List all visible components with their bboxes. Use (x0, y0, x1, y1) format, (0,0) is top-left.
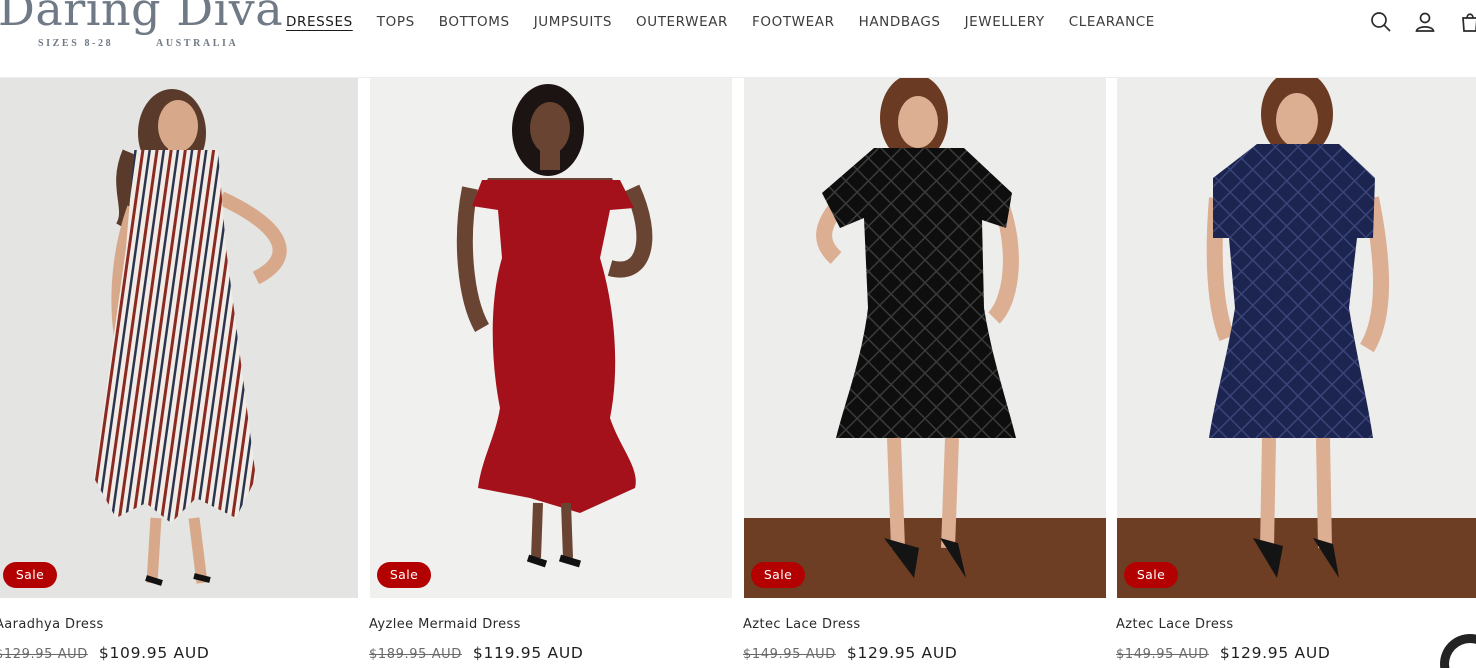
brand-tagline-sizes: SIZES 8-28 (38, 38, 114, 49)
product-grid: Sale Aaradhya Dress $129.95 AUD $109.95 … (0, 78, 1476, 668)
nav-footwear[interactable]: FOOTWEAR (752, 13, 835, 31)
original-price: $129.95 AUD (0, 647, 88, 662)
search-icon[interactable] (1369, 10, 1393, 34)
product-price: $149.95 AUD $129.95 AUD (1116, 644, 1331, 662)
brand-name: Daring Diva (0, 0, 284, 36)
cart-icon[interactable] (1458, 10, 1476, 34)
nav-dresses[interactable]: DRESSES (286, 13, 353, 31)
sale-badge: Sale (3, 562, 57, 588)
product-name[interactable]: Aztec Lace Dress (1116, 617, 1234, 632)
original-price: $149.95 AUD (1116, 647, 1209, 662)
sale-badge: Sale (377, 562, 431, 588)
product-image[interactable] (370, 78, 732, 598)
site-header: Daring Diva SIZES 8-28 AUSTRALIA DRESSES… (0, 0, 1476, 78)
product-name[interactable]: Ayzlee Mermaid Dress (369, 617, 521, 632)
product-price: $189.95 AUD $119.95 AUD (369, 644, 584, 662)
nav-jewellery[interactable]: JEWELLERY (965, 13, 1045, 31)
original-price: $189.95 AUD (369, 647, 462, 662)
nav-tops[interactable]: TOPS (377, 13, 415, 31)
product-card[interactable]: Sale Aztec Lace Dress $149.95 AUD $129.9… (1116, 78, 1476, 668)
brand-tagline-country: AUSTRALIA (156, 38, 239, 49)
product-card[interactable]: Sale Ayzlee Mermaid Dress $189.95 AUD $1… (369, 78, 732, 668)
brand-logo[interactable]: Daring Diva SIZES 8-28 AUSTRALIA (0, 0, 283, 50)
product-price: $129.95 AUD $109.95 AUD (0, 644, 210, 662)
sale-badge: Sale (1124, 562, 1178, 588)
nav-handbags[interactable]: HANDBAGS (859, 13, 941, 31)
product-name[interactable]: Aztec Lace Dress (743, 617, 861, 632)
product-card[interactable]: Sale Aaradhya Dress $129.95 AUD $109.95 … (0, 78, 358, 668)
product-card[interactable]: Sale Aztec Lace Dress $149.95 AUD $129.9… (743, 78, 1106, 668)
main-nav: DRESSES TOPS BOTTOMS JUMPSUITS OUTERWEAR… (286, 12, 1179, 32)
sale-price: $119.95 AUD (472, 644, 584, 662)
nav-outerwear[interactable]: OUTERWEAR (636, 13, 728, 31)
product-price: $149.95 AUD $129.95 AUD (743, 644, 958, 662)
sale-price: $129.95 AUD (1219, 644, 1331, 662)
nav-bottoms[interactable]: BOTTOMS (439, 13, 510, 31)
nav-jumpsuits[interactable]: JUMPSUITS (534, 13, 612, 31)
product-image[interactable] (0, 78, 358, 598)
sale-price: $109.95 AUD (98, 644, 210, 662)
product-image[interactable] (1117, 78, 1476, 598)
account-icon[interactable] (1413, 10, 1437, 34)
sale-price: $129.95 AUD (846, 644, 958, 662)
product-image[interactable] (744, 78, 1106, 598)
product-name[interactable]: Aaradhya Dress (0, 617, 104, 632)
original-price: $149.95 AUD (743, 647, 836, 662)
nav-clearance[interactable]: CLEARANCE (1069, 13, 1155, 31)
sale-badge: Sale (751, 562, 805, 588)
